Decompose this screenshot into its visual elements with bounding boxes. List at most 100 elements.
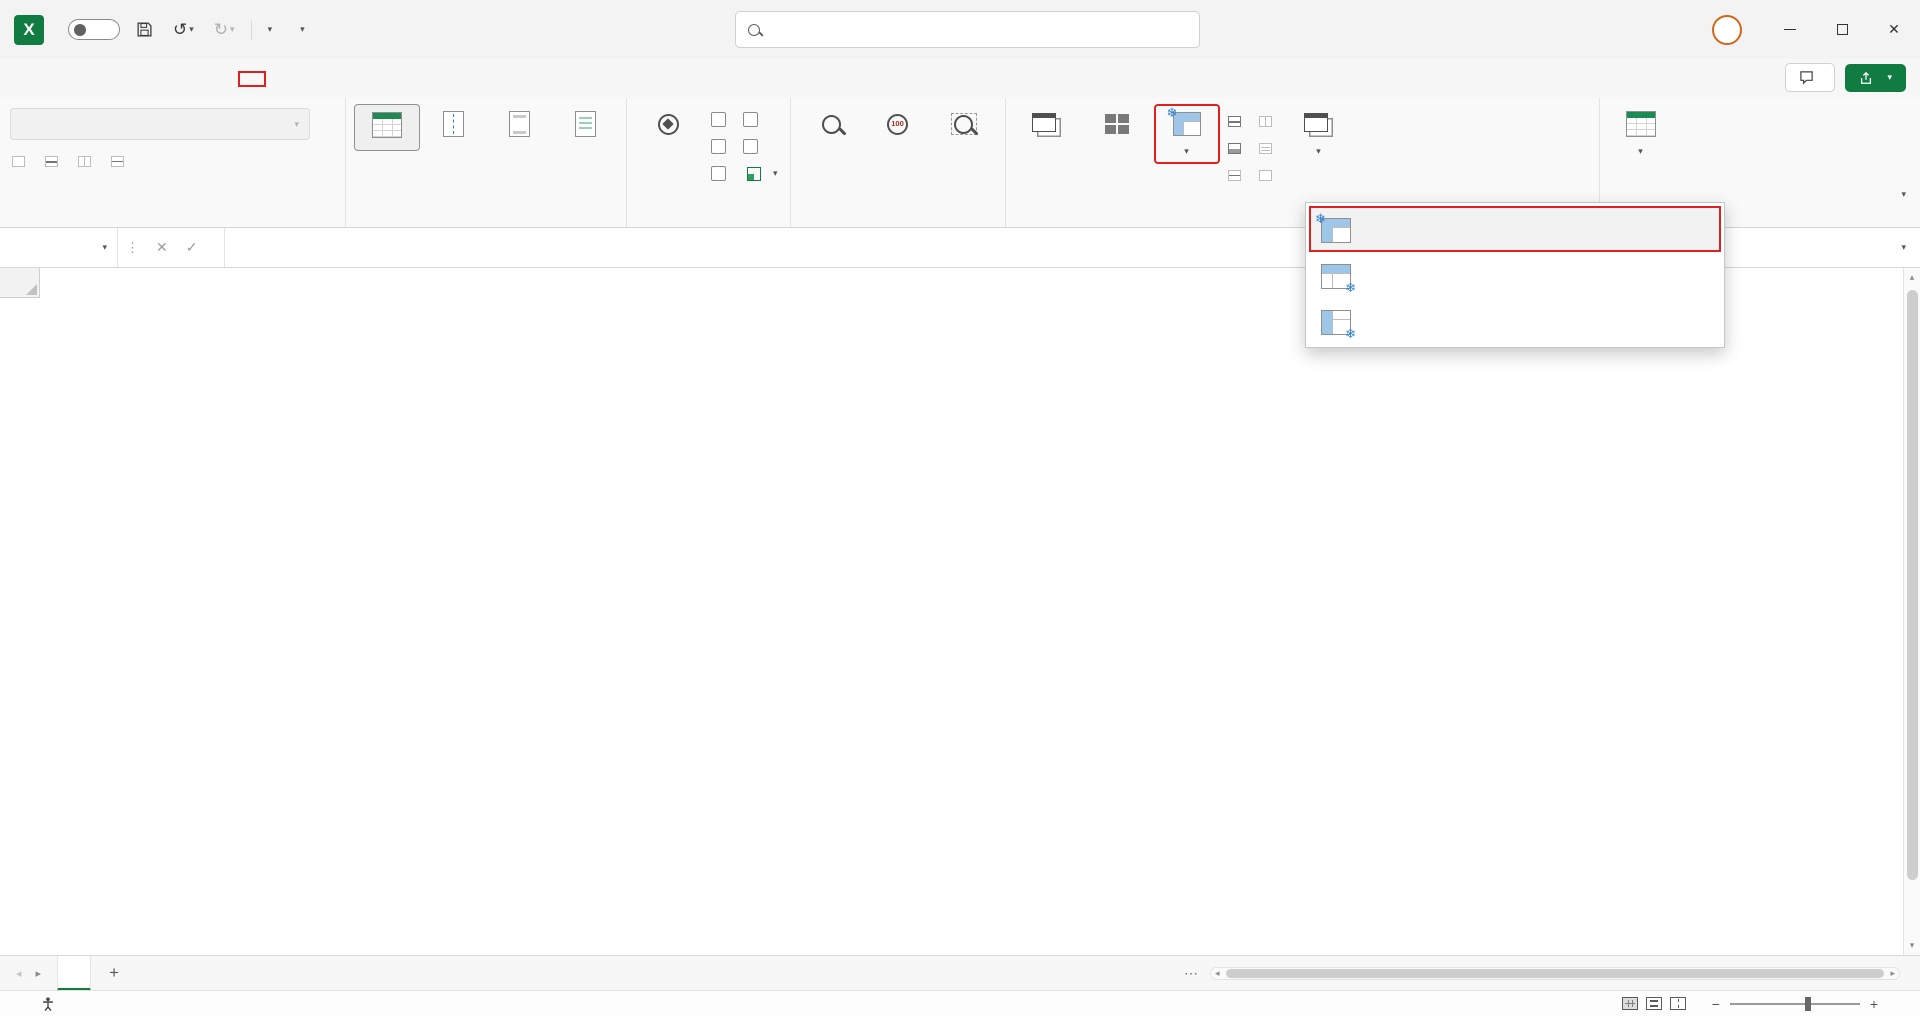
menu-item-freeze-panes[interactable] xyxy=(1309,206,1721,252)
sheet-tab-order-data[interactable] xyxy=(57,956,91,991)
scroll-left-icon[interactable] xyxy=(1211,968,1224,979)
select-all-button[interactable] xyxy=(0,268,40,298)
sheet-tab-next-icon[interactable] xyxy=(36,967,42,980)
snowflake-icon xyxy=(1345,327,1356,340)
document-title[interactable] xyxy=(288,21,311,38)
checkbox-icon xyxy=(743,139,758,154)
options-icon xyxy=(111,156,124,167)
enter-entry-button[interactable] xyxy=(177,239,207,256)
ribbon-tab-help[interactable] xyxy=(294,71,322,87)
zoom-slider[interactable] xyxy=(1730,1003,1860,1005)
sheet-tab-prev-icon[interactable] xyxy=(16,967,22,980)
normal-view-button[interactable] xyxy=(354,104,420,151)
toggle-knob-icon xyxy=(74,24,86,36)
freeze-panes-button[interactable] xyxy=(1154,104,1220,164)
ribbon-tab-draw[interactable] xyxy=(98,71,126,87)
save-button[interactable] xyxy=(132,17,157,42)
options-sheet-view-button[interactable] xyxy=(107,148,134,175)
ribbon-tab-data[interactable] xyxy=(182,71,210,87)
focus-cell-button[interactable] xyxy=(743,160,782,187)
synchronous-scrolling-button[interactable] xyxy=(1255,135,1282,162)
split-button[interactable] xyxy=(1224,108,1251,135)
zoom-slider-thumb[interactable] xyxy=(1805,997,1811,1011)
ribbon-tab-home[interactable] xyxy=(42,71,70,87)
headings-checkbox[interactable] xyxy=(743,106,782,133)
freeze-first-column-icon xyxy=(1319,307,1353,335)
chevron-down-icon xyxy=(1316,147,1321,156)
macros-button[interactable] xyxy=(1608,104,1674,164)
horizontal-scrollbar-thumb[interactable] xyxy=(1226,969,1885,978)
menu-item-freeze-top-row[interactable] xyxy=(1309,252,1721,298)
cancel-entry-button[interactable] xyxy=(147,239,177,256)
accessibility-status[interactable] xyxy=(42,997,61,1011)
scroll-right-icon[interactable] xyxy=(1886,968,1899,979)
ribbon-tab-file[interactable] xyxy=(14,71,42,87)
ribbon-tab-page-layout[interactable] xyxy=(126,71,154,87)
zoom-control: − + xyxy=(1712,996,1878,1012)
vertical-scrollbar-thumb[interactable] xyxy=(1907,290,1918,880)
redo-button[interactable]: ↻ xyxy=(210,16,239,44)
sheet-options-icon[interactable] xyxy=(1184,965,1200,982)
switch-windows-button[interactable] xyxy=(1286,104,1352,164)
autosave-toggle[interactable] xyxy=(68,19,120,40)
keep-icon xyxy=(12,156,25,167)
sheet-view-selector[interactable] xyxy=(10,108,310,140)
avatar[interactable] xyxy=(1712,15,1742,45)
new-icon xyxy=(78,156,91,167)
custom-views-button[interactable] xyxy=(552,104,618,149)
zoom-100-button[interactable] xyxy=(865,104,931,149)
scroll-down-icon[interactable] xyxy=(1904,940,1920,951)
zoom-out-icon[interactable]: − xyxy=(1712,996,1720,1012)
formula-bar-expand-icon[interactable] xyxy=(1887,243,1920,252)
reset-window-position-button[interactable] xyxy=(1255,162,1282,189)
new-window-button[interactable] xyxy=(1014,104,1080,149)
gridlines-checkbox[interactable] xyxy=(711,133,733,160)
ribbon-tab-review[interactable] xyxy=(210,71,238,87)
page-break-preview-button[interactable] xyxy=(420,104,486,149)
horizontal-scrollbar[interactable] xyxy=(1210,967,1900,980)
share-button[interactable] xyxy=(1845,64,1906,92)
vertical-scrollbar[interactable] xyxy=(1903,268,1920,955)
zoom-to-selection-button[interactable] xyxy=(931,104,997,149)
add-sheet-button[interactable] xyxy=(101,960,127,986)
undo-button[interactable]: ↺ xyxy=(169,16,198,44)
unhide-button[interactable] xyxy=(1224,162,1251,189)
maximize-button[interactable] xyxy=(1816,0,1868,59)
scroll-up-icon[interactable] xyxy=(1904,272,1920,283)
ribbon-collapse-icon[interactable] xyxy=(1901,190,1906,199)
search-input[interactable] xyxy=(770,22,1187,38)
ribbon-tab-automate[interactable] xyxy=(266,71,294,87)
comments-button[interactable] xyxy=(1785,63,1835,92)
more-options-icon[interactable] xyxy=(118,240,147,256)
hide-button[interactable] xyxy=(1224,135,1251,162)
menu-item-freeze-first-column[interactable] xyxy=(1309,298,1721,344)
view-side-by-side-button[interactable] xyxy=(1255,108,1282,135)
checkbox-icon xyxy=(743,112,758,127)
navigation-button[interactable] xyxy=(635,104,701,149)
page-layout-view-button[interactable] xyxy=(486,104,552,149)
zoom-button[interactable] xyxy=(799,104,865,149)
ribbon-tab-insert[interactable] xyxy=(70,71,98,87)
formula-bar-checkbox[interactable] xyxy=(711,160,733,187)
normal-view-shortcut[interactable] xyxy=(1622,997,1638,1010)
search-icon xyxy=(748,24,760,36)
data-type-icons-checkbox[interactable] xyxy=(743,133,782,160)
zoom-in-icon[interactable]: + xyxy=(1870,996,1878,1012)
exit-sheet-view-button[interactable] xyxy=(41,148,68,175)
search-box[interactable] xyxy=(735,11,1200,48)
keep-sheet-view-button[interactable] xyxy=(8,148,35,175)
name-box[interactable] xyxy=(0,228,118,267)
ruler-checkbox[interactable] xyxy=(711,106,733,133)
ribbon-tab-view[interactable] xyxy=(238,71,266,87)
minimize-icon xyxy=(1784,29,1796,31)
arrange-all-button[interactable] xyxy=(1084,104,1150,149)
toolbar-customize-button[interactable] xyxy=(264,21,277,38)
page-break-shortcut[interactable] xyxy=(1670,997,1686,1010)
new-sheet-view-button[interactable] xyxy=(74,148,101,175)
page-layout-shortcut[interactable] xyxy=(1646,997,1662,1010)
snowflake-icon xyxy=(1315,212,1326,225)
close-button[interactable]: ✕ xyxy=(1868,0,1920,59)
excel-logo-icon[interactable]: X xyxy=(14,15,44,45)
ribbon-tab-formulas[interactable] xyxy=(154,71,182,87)
minimize-button[interactable] xyxy=(1764,0,1816,59)
